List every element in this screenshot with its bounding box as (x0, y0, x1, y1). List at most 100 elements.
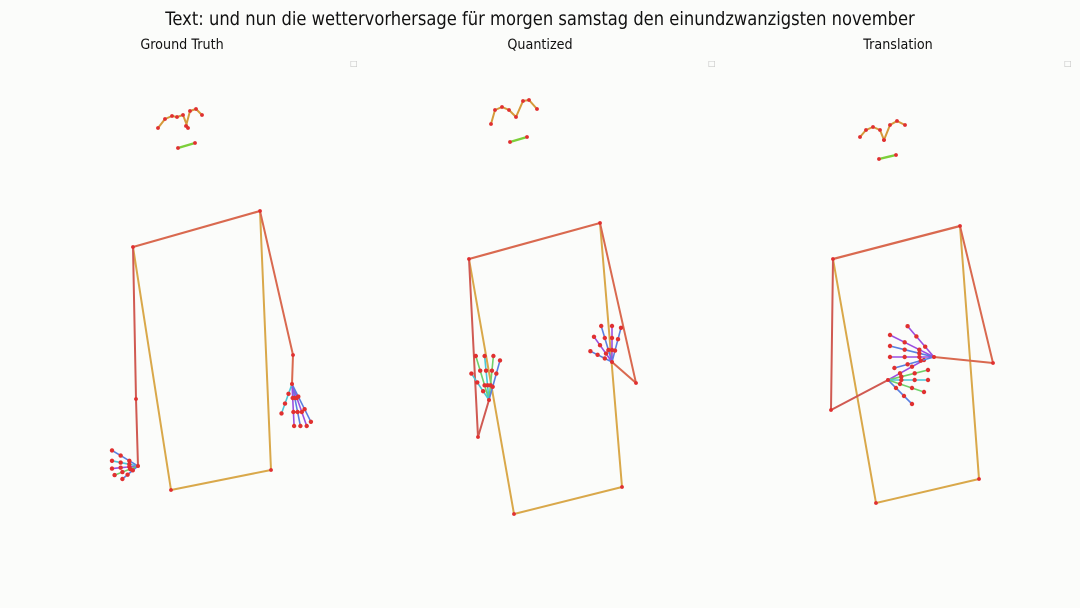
hand-joint (298, 423, 303, 429)
hand-joint (902, 340, 907, 345)
hand-joint (899, 377, 904, 383)
hand-joint (480, 389, 486, 394)
joint-point (877, 157, 881, 161)
forearm-line (477, 399, 490, 438)
body-joint (991, 361, 995, 365)
hand-joint (901, 393, 907, 399)
hand-joint (923, 344, 928, 349)
joint-point (521, 99, 525, 103)
hip-line (170, 469, 272, 491)
hand-bone (889, 345, 906, 351)
hand-joint (609, 335, 615, 341)
joint-point (903, 123, 907, 127)
hand-joint (296, 394, 301, 399)
joint-point (882, 138, 886, 142)
hand-bone (485, 369, 489, 387)
hand-joint (609, 323, 615, 329)
joint-point (200, 113, 204, 117)
hand-joint (286, 391, 291, 396)
hand-joint (595, 352, 600, 357)
wrist-joint (487, 398, 491, 402)
hand-joint (482, 353, 487, 359)
hand-joint (494, 371, 499, 376)
body-joint (476, 435, 480, 439)
shoulder-line (831, 224, 962, 261)
hip-line (875, 478, 980, 504)
hand-bone (479, 369, 486, 387)
hand-joint (478, 368, 483, 373)
hand-joint (490, 384, 495, 389)
hand-bone (903, 341, 921, 351)
eyebrow-line (883, 124, 891, 141)
joint-point (175, 115, 179, 119)
joint-point (864, 128, 868, 132)
hand-joint (909, 401, 915, 407)
eyebrow-line (515, 100, 524, 118)
shoulder-line (131, 209, 262, 249)
body-joint (512, 512, 516, 516)
hand-joint (902, 347, 907, 352)
hand-joint (914, 334, 919, 339)
body-joint (269, 468, 273, 472)
hand-joint (291, 409, 296, 415)
hand-joint (291, 423, 297, 429)
hand-bone (474, 355, 482, 372)
hand-bone (889, 334, 906, 344)
torso-line (832, 258, 877, 504)
hand-joint (118, 465, 123, 470)
body-joint (467, 257, 471, 261)
torso-line (599, 222, 623, 488)
hand-joint (887, 354, 893, 360)
body-joint (620, 485, 624, 489)
hand-joint (120, 476, 125, 482)
joint-point (535, 107, 539, 111)
eyebrow-line (185, 110, 191, 127)
hand-joint (475, 380, 480, 385)
joint-point (193, 141, 197, 145)
body-joint (131, 245, 135, 249)
forearm-line (933, 356, 994, 364)
hand-joint (905, 362, 910, 367)
hand-joint (602, 356, 607, 361)
body-joint (169, 488, 173, 492)
hand-joint (497, 358, 503, 363)
joint-point (176, 146, 180, 150)
joint-point (500, 105, 504, 109)
hand-joint (905, 324, 910, 329)
joint-point (489, 122, 493, 126)
body-joint (829, 408, 833, 412)
hand-joint (618, 325, 624, 330)
body-joint (831, 257, 835, 261)
hand-joint (893, 385, 899, 391)
hand-joint (902, 354, 907, 360)
body-joint (134, 397, 138, 401)
hand-joint (302, 407, 307, 412)
hand-joint (897, 381, 903, 387)
pose-skeleton-diagram (109, 98, 995, 516)
hand-joint (925, 377, 931, 383)
joint-point (156, 126, 160, 130)
hand-joint (118, 460, 123, 465)
torso-line (132, 246, 172, 491)
joint-point (508, 140, 512, 144)
hand-joint (109, 458, 115, 463)
hand-joint (603, 351, 609, 356)
hand-joint (597, 343, 603, 348)
hand-joint (599, 323, 604, 329)
joint-point (514, 115, 518, 119)
hand-joint (118, 453, 123, 458)
hand-joint (491, 353, 496, 359)
pose-translation (829, 119, 995, 505)
joint-point (878, 128, 882, 132)
joint-point (184, 124, 188, 128)
hip-line (513, 486, 623, 515)
shoulder-line (467, 221, 602, 261)
joint-point (895, 119, 899, 123)
pose-quantized (467, 98, 638, 516)
hand-joint (120, 469, 125, 475)
hand-bone (300, 411, 308, 427)
mouth-line (877, 153, 898, 161)
joint-point (871, 125, 875, 129)
body-joint (874, 501, 878, 505)
hand-joint (887, 343, 893, 349)
